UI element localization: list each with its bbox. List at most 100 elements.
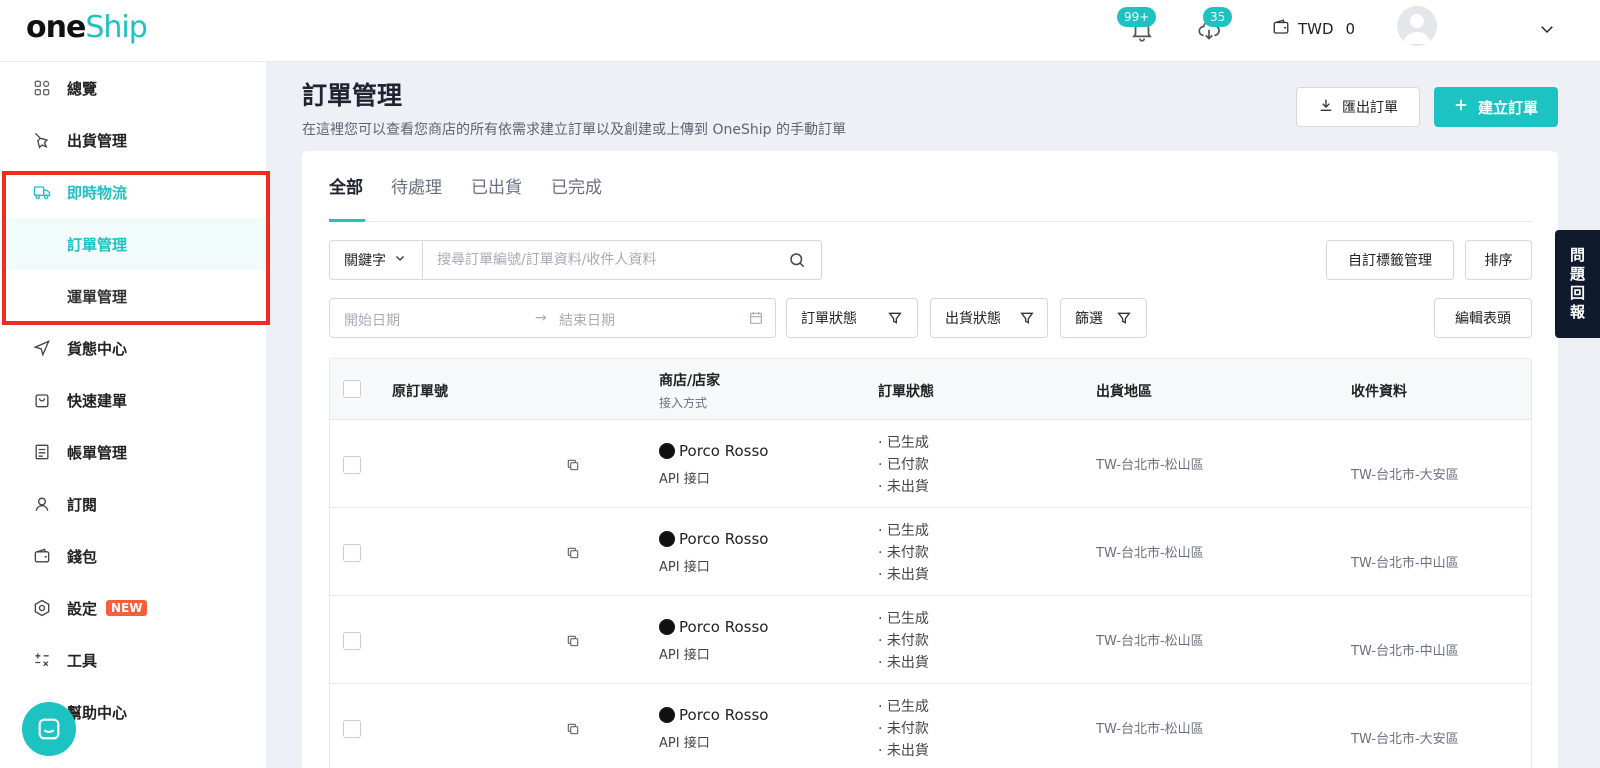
store-logo-icon — [659, 619, 675, 635]
sidebar-item-label: 總覽 — [67, 79, 98, 98]
bag-icon — [32, 390, 52, 410]
order-status-filter[interactable]: 訂單狀態 — [786, 298, 918, 338]
tab-pending[interactable]: 待處理 — [391, 173, 442, 198]
wallet-balance[interactable]: TWD 0 — [1272, 18, 1355, 40]
status-line: · 已生成 — [878, 523, 929, 539]
edit-columns-button[interactable]: 編輯表頭 — [1434, 298, 1532, 338]
select-all-checkbox[interactable] — [343, 380, 361, 398]
row-checkbox[interactable] — [343, 632, 361, 650]
copy-icon[interactable] — [566, 457, 580, 471]
status-line: · 未付款 — [878, 633, 929, 649]
status-line: · 已生成 — [878, 611, 929, 627]
row-checkbox[interactable] — [343, 456, 361, 474]
download-icon — [1318, 97, 1334, 117]
status-line: · 未出貨 — [878, 743, 929, 759]
copy-icon[interactable] — [566, 633, 580, 647]
sidebar-item-wallet[interactable]: 錢包 — [0, 530, 266, 582]
tab-shipped[interactable]: 已出貨 — [471, 173, 522, 198]
live-chat-button[interactable] — [22, 702, 76, 756]
copy-icon[interactable] — [566, 721, 580, 735]
calendar-icon — [748, 310, 764, 330]
date-range-picker[interactable]: 開始日期 → 結束日期 — [329, 298, 776, 338]
tab-completed[interactable]: 已完成 — [551, 173, 602, 198]
notification-count-badge: 99+ — [1117, 7, 1157, 27]
top-bar: oneShip 99+ 35 TWD 0 — [0, 0, 1600, 62]
sidebar-item-tracking-center[interactable]: 貨態中心 — [0, 322, 266, 374]
sidebar-item-label: 幫助中心 — [67, 703, 128, 722]
ship-region: TW-台北市-松山區 — [1096, 458, 1204, 473]
table-row[interactable]: Porco Rosso API 接口 · 已生成 · 未付款 · 未出貨 TW-… — [330, 596, 1531, 684]
channel-label: API 接口 — [659, 736, 710, 751]
chat-icon — [38, 718, 60, 740]
custom-tags-button[interactable]: 自訂標籤管理 — [1326, 240, 1454, 280]
export-orders-button[interactable]: 匯出訂單 — [1296, 87, 1420, 127]
bill-icon — [32, 442, 52, 462]
currency-label: TWD — [1298, 20, 1334, 38]
status-line: · 未付款 — [878, 721, 929, 737]
sidebar-item-label: 快速建單 — [67, 391, 128, 410]
notification-bell-icon[interactable]: 99+ — [1117, 7, 1157, 44]
sidebar-item-label: 貨態中心 — [67, 339, 128, 358]
sidebar-item-billing[interactable]: 帳單管理 — [0, 426, 266, 478]
col-store-sub: 接入方式 — [659, 396, 708, 410]
row-checkbox[interactable] — [343, 720, 361, 738]
user-avatar[interactable] — [1397, 6, 1437, 46]
sidebar-item-label: 錢包 — [67, 547, 98, 566]
end-date-field[interactable]: 結束日期 — [559, 310, 615, 330]
status-line: · 未出貨 — [878, 479, 929, 495]
status-line: · 已生成 — [878, 699, 929, 715]
sort-button[interactable]: 排序 — [1465, 240, 1532, 280]
sidebar-item-label: 設定 — [67, 599, 98, 618]
sidebar-item-overview[interactable]: 總覽 — [0, 62, 266, 114]
table-header: 原訂單號 商店/店家 接入方式 訂單狀態 出貨地區 收件資料 — [330, 359, 1531, 420]
sidebar-item-quick-order[interactable]: 快速建單 — [0, 374, 266, 426]
active-tab-indicator — [329, 219, 365, 222]
sidebar-item-subscription[interactable]: 訂閱 — [0, 478, 266, 530]
tools-icon — [32, 650, 52, 670]
recipient-region: TW-台北市-中山區 — [1351, 556, 1459, 571]
col-order-status: 訂單狀態 — [878, 384, 934, 400]
search-input[interactable] — [422, 240, 822, 280]
channel-label: API 接口 — [659, 472, 710, 487]
recipient-region: TW-台北市-大安區 — [1351, 732, 1459, 747]
search-icon[interactable] — [788, 251, 806, 269]
gear-icon — [32, 598, 52, 618]
download-count-badge: 35 — [1203, 7, 1233, 27]
filter-icon — [1116, 310, 1132, 330]
channel-label: API 接口 — [659, 648, 710, 663]
store-name: Porco Rosso — [659, 706, 768, 724]
table-row[interactable]: Porco Rosso API 接口 · 已生成 · 未付款 · 未出貨 TW-… — [330, 508, 1531, 596]
balance-value: 0 — [1345, 20, 1356, 38]
oneship-logo[interactable]: oneShip — [26, 10, 148, 46]
row-checkbox[interactable] — [343, 544, 361, 562]
plus-icon — [1454, 98, 1468, 116]
sidebar-item-settings[interactable]: 設定 NEW — [0, 582, 266, 634]
table-row[interactable]: Porco Rosso API 接口 · 已生成 · 已付款 · 未出貨 TW-… — [330, 420, 1531, 508]
sidebar-item-tools[interactable]: 工具 — [0, 634, 266, 686]
start-date-field[interactable]: 開始日期 — [344, 310, 400, 330]
chevron-down-icon[interactable] — [1538, 20, 1556, 38]
status-line: · 未出貨 — [878, 655, 929, 671]
copy-icon[interactable] — [566, 545, 580, 559]
shipping-icon — [32, 130, 52, 150]
keyword-dropdown[interactable]: 關鍵字 — [329, 240, 423, 280]
shipping-status-filter[interactable]: 出貨狀態 — [930, 298, 1048, 338]
feedback-tab[interactable]: 問 題 回 報 — [1555, 230, 1600, 338]
filter-button[interactable]: 篩選 — [1060, 298, 1147, 338]
col-order-no: 原訂單號 — [392, 384, 448, 400]
user-icon — [32, 494, 52, 514]
new-badge: NEW — [106, 600, 148, 616]
tab-all[interactable]: 全部 — [329, 173, 363, 198]
sidebar-item-label: 訂閱 — [67, 495, 98, 514]
store-logo-icon — [659, 531, 675, 547]
recipient-region: TW-台北市-大安區 — [1351, 468, 1459, 483]
store-logo-icon — [659, 707, 675, 723]
orders-card: 全部 待處理 已出貨 已完成 關鍵字 自訂標籤管理 排序 開始日期 → 結束日期… — [302, 151, 1558, 768]
sidebar-item-label: 出貨管理 — [67, 131, 128, 150]
col-store: 商店/店家 — [659, 373, 721, 389]
table-row[interactable]: Porco Rosso API 接口 · 已生成 · 未付款 · 未出貨 TW-… — [330, 684, 1531, 768]
store-logo-icon — [659, 443, 675, 459]
create-order-button[interactable]: 建立訂單 — [1434, 87, 1558, 127]
download-cloud-icon[interactable]: 35 — [1196, 7, 1233, 44]
sidebar-item-shipping[interactable]: 出貨管理 — [0, 114, 266, 166]
